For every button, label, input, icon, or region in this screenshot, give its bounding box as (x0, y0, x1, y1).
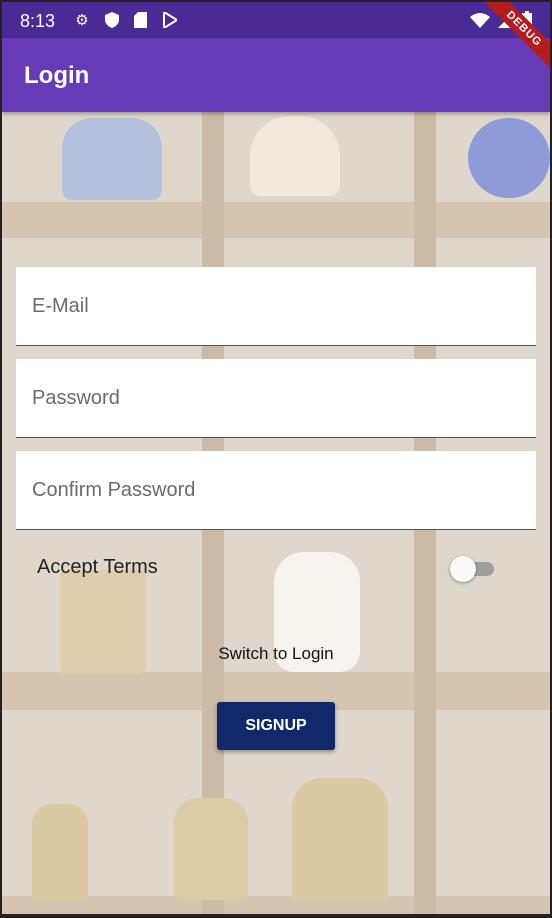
switch-thumb (450, 556, 476, 582)
page-title: Login (24, 62, 90, 89)
email-field-container (16, 267, 536, 346)
status-time: 8:13 (20, 11, 56, 31)
app-screen: 8:13 ⚙ Login DEBUG E-Mail Accept Terms S… (2, 2, 550, 914)
app-bar: Login (2, 38, 550, 112)
confirm-password-field[interactable] (16, 451, 536, 529)
play-store-icon (162, 12, 178, 28)
accept-terms-switch[interactable] (450, 556, 498, 582)
accept-terms-label: Accept Terms (37, 556, 158, 578)
email-field[interactable] (16, 267, 536, 345)
gear-icon: ⚙ (75, 12, 89, 29)
shield-icon (104, 12, 120, 28)
switch-to-login-button[interactable]: Switch to Login (202, 640, 350, 668)
password-field[interactable] (16, 359, 536, 437)
signup-button[interactable]: SIGNUP (217, 702, 335, 750)
password-field-container (16, 359, 536, 438)
status-bar: 8:13 ⚙ (2, 2, 550, 38)
sd-card-icon (132, 12, 148, 28)
confirm-password-field-container (16, 451, 536, 530)
wifi-icon (470, 12, 490, 33)
